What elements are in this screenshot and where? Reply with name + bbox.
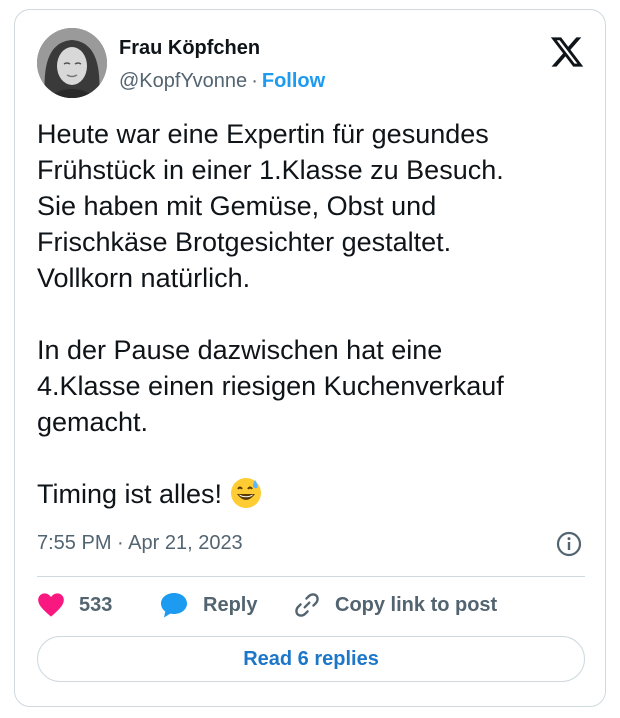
like-button[interactable]: 533 — [37, 588, 112, 622]
tweet-card: Frau Köpfchen @KopfYvonne · Follow Heute w… — [14, 9, 606, 707]
display-name[interactable]: Frau Köpfchen — [119, 37, 260, 60]
tweet-text: Heute war eine Expertin für gesundes Frü… — [37, 116, 592, 512]
reply-button[interactable]: Reply — [159, 588, 257, 622]
copy-link-button[interactable]: Copy link to post — [293, 588, 497, 622]
grinning-face-with-sweat-icon — [230, 477, 262, 509]
tweet-body: Heute war eine Expertin für gesundes Frü… — [37, 119, 504, 509]
handle-row: @KopfYvonne · Follow — [119, 70, 325, 93]
copy-link-label: Copy link to post — [335, 593, 498, 616]
x-logo-icon[interactable] — [549, 34, 585, 70]
timestamp[interactable]: 7:55 PM · Apr 21, 2023 — [37, 532, 243, 555]
link-icon — [295, 593, 319, 617]
handle[interactable]: @KopfYvonne — [119, 70, 247, 92]
follow-button[interactable]: Follow — [262, 70, 325, 92]
reply-label: Reply — [203, 593, 258, 616]
read-replies-button[interactable]: Read 6 replies — [37, 636, 585, 682]
like-count: 533 — [79, 593, 113, 616]
separator: · — [251, 70, 258, 92]
divider — [37, 576, 585, 577]
heart-icon — [38, 593, 64, 617]
info-icon[interactable] — [555, 530, 583, 558]
reply-bubble-icon — [161, 593, 187, 618]
avatar[interactable] — [37, 28, 107, 98]
